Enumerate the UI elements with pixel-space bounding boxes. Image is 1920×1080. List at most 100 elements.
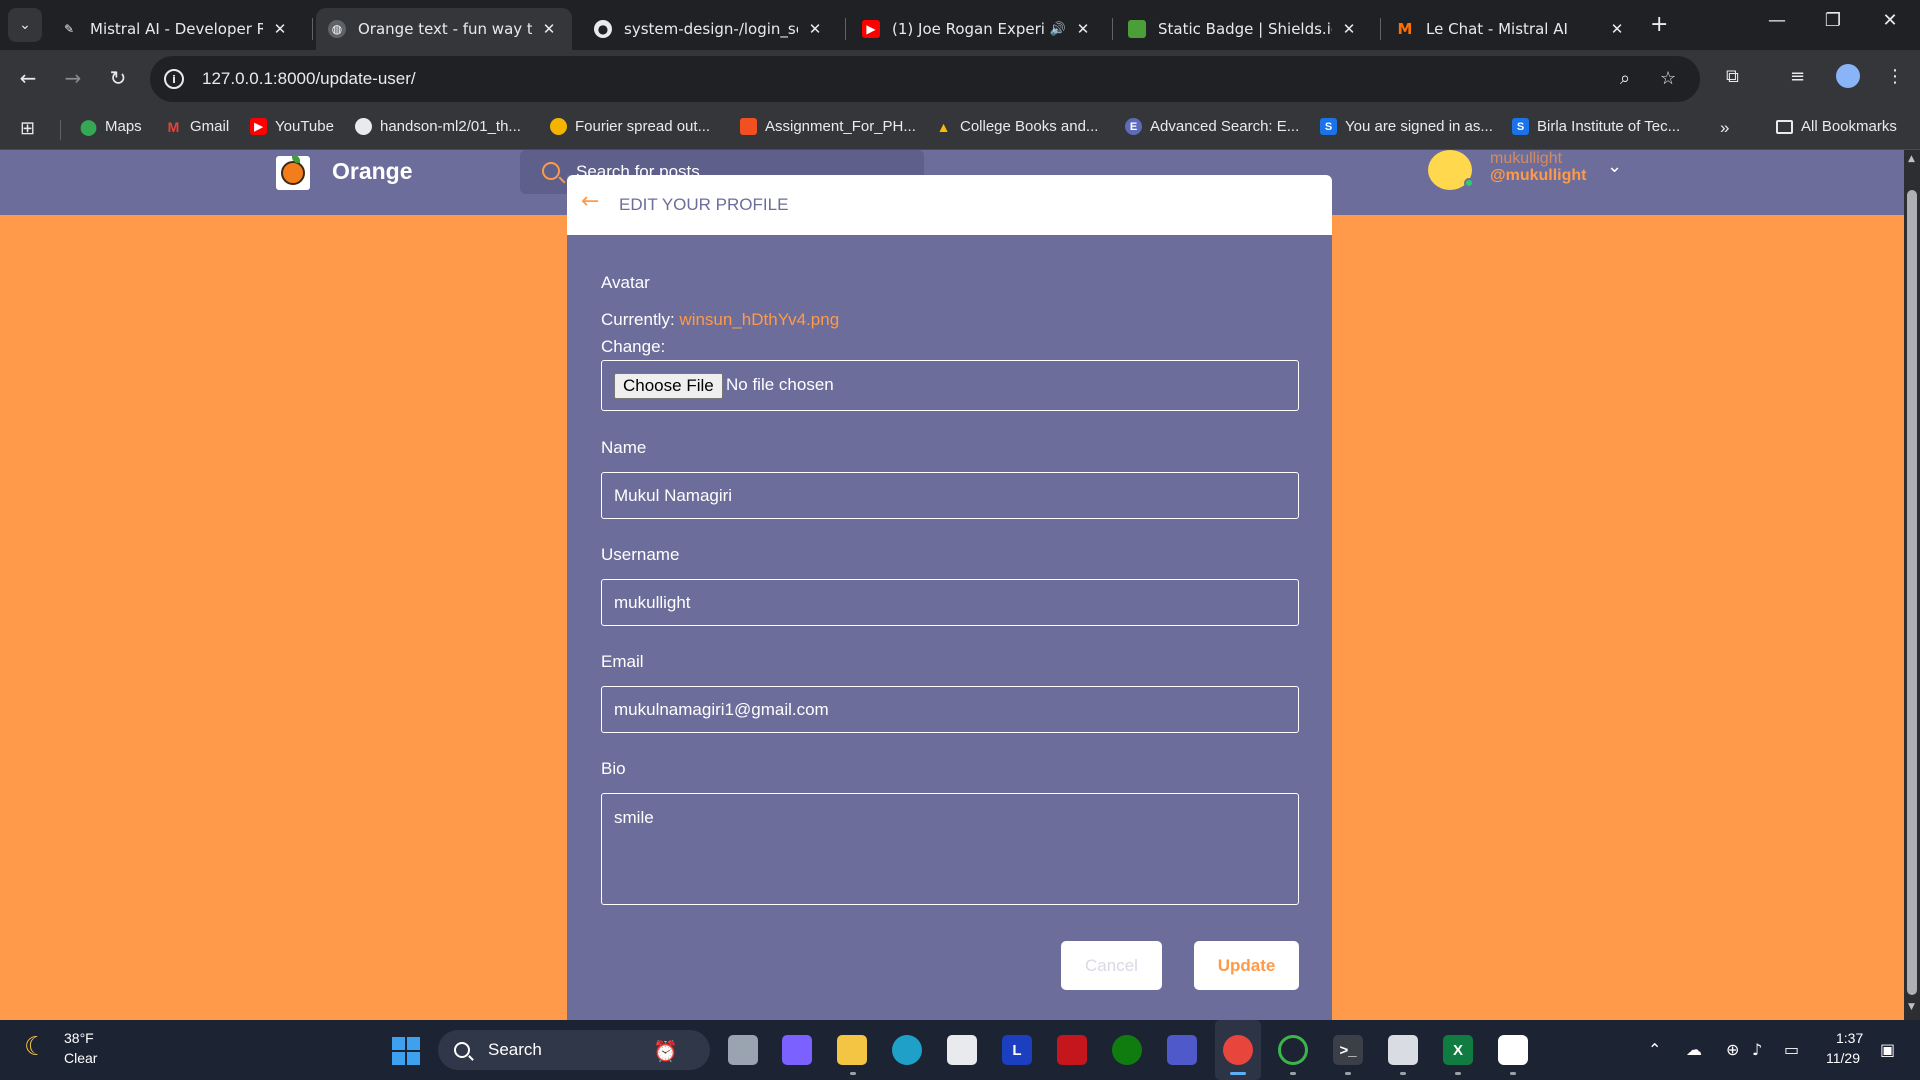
browser-toolbar: ← → ↻ i 127.0.0.1:8000/update-user/ ⌕ ☆ … (0, 50, 1920, 108)
bookmark-label: Assignment_For_PH... (765, 118, 916, 135)
app-icon[interactable] (1498, 1035, 1528, 1065)
close-icon[interactable]: ✕ (1606, 20, 1628, 38)
teams-icon[interactable] (1167, 1035, 1197, 1065)
microsoft-icon (740, 118, 757, 135)
close-icon[interactable]: ✕ (269, 20, 291, 38)
bookmark-maps[interactable]: ⬤ Maps (80, 118, 142, 136)
tab-search-button[interactable]: ⌄ (8, 8, 42, 42)
terminal-icon[interactable]: >_ (1333, 1035, 1363, 1065)
scrollbar-thumb[interactable] (1907, 190, 1917, 995)
media-control-icon[interactable]: ≡ (1790, 66, 1805, 87)
mcafee-icon[interactable] (1057, 1035, 1087, 1065)
moon-icon[interactable]: ☾ (24, 1032, 54, 1062)
bio-textarea[interactable]: smile (601, 793, 1299, 905)
tab-youtube-joe-rogan[interactable]: ▶ (1) Joe Rogan Experien 🔊 ✕ (850, 8, 1106, 50)
speaker-icon[interactable]: 🔊 (1050, 22, 1066, 37)
notifications-icon[interactable]: ▣ (1880, 1040, 1895, 1059)
tab-title: Mistral AI - Developer Rela (90, 20, 263, 38)
loading-app-icon[interactable] (1278, 1035, 1308, 1065)
onedrive-icon[interactable]: ☁ (1686, 1040, 1702, 1059)
volume-icon[interactable]: ♪ (1752, 1040, 1762, 1059)
windows-start-button[interactable] (392, 1037, 420, 1065)
new-tab-button[interactable]: + (1650, 12, 1668, 37)
s-icon: S (1512, 118, 1529, 135)
bookmark-star-icon[interactable]: ☆ (1660, 68, 1676, 89)
file-explorer-icon[interactable] (837, 1035, 867, 1065)
back-button[interactable]: ← (13, 66, 43, 90)
username-field[interactable]: mukullight (601, 579, 1299, 626)
email-field[interactable]: mukulnamagiri1@gmail.com (601, 686, 1299, 733)
excel-icon[interactable]: X (1443, 1035, 1473, 1065)
cancel-button[interactable]: Cancel (1061, 941, 1162, 990)
battery-icon[interactable]: ▭ (1784, 1040, 1799, 1059)
tab-bar: ⌄ ✎ Mistral AI - Developer Rela ✕ ◍ Oran… (0, 0, 1920, 50)
site-info-icon[interactable]: i (164, 69, 184, 89)
chrome-icon[interactable] (1223, 1035, 1253, 1065)
scroll-up-arrow-icon[interactable]: ▲ (1908, 154, 1915, 164)
address-bar[interactable]: i 127.0.0.1:8000/update-user/ ⌕ ☆ (150, 56, 1700, 102)
tab-le-chat[interactable]: M Le Chat - Mistral AI ✕ (1384, 8, 1640, 50)
snipping-tool-icon[interactable] (1388, 1035, 1418, 1065)
bookmark-signed-in[interactable]: S You are signed in as... (1320, 118, 1493, 135)
bookmark-college-books[interactable]: ▲ College Books and... (935, 118, 1099, 135)
show-hidden-icons-chevron-icon[interactable]: ⌃ (1648, 1040, 1661, 1059)
apps-grid-icon[interactable]: ⊞ (20, 118, 35, 139)
network-icon[interactable]: ⊕ (1726, 1040, 1739, 1059)
avatar-file-input[interactable]: Choose File No file chosen (601, 360, 1299, 411)
close-icon[interactable]: ✕ (1338, 20, 1360, 38)
all-bookmarks[interactable]: All Bookmarks (1776, 118, 1897, 135)
taskbar-search[interactable]: Search ⏰ (438, 1030, 710, 1070)
extensions-icon[interactable]: ⧉ (1726, 66, 1739, 87)
current-avatar-link[interactable]: winsun_hDthYv4.png (679, 310, 839, 329)
tab-mistral-developer[interactable]: ✎ Mistral AI - Developer Rela ✕ (48, 8, 303, 50)
bookmark-youtube[interactable]: ▶ YouTube (250, 118, 334, 135)
search-icon (542, 162, 560, 180)
more-bookmarks-chevron-icon[interactable]: » (1720, 118, 1729, 138)
close-icon[interactable]: ✕ (538, 20, 560, 38)
user-name: mukullight (1490, 150, 1563, 167)
bookmark-gmail[interactable]: M Gmail (165, 118, 230, 135)
close-icon[interactable]: ✕ (1072, 20, 1094, 38)
brand-name[interactable]: Orange (332, 158, 413, 185)
task-view-icon[interactable] (728, 1035, 758, 1065)
edge-icon[interactable] (892, 1035, 922, 1065)
l-app-icon[interactable]: L (1002, 1035, 1032, 1065)
bookmark-fourier[interactable]: Fourier spread out... (550, 118, 710, 135)
menu-icon[interactable]: ⋮ (1886, 66, 1904, 87)
mistral-icon: M (1397, 20, 1413, 38)
close-icon[interactable]: ✕ (804, 20, 826, 38)
name-field[interactable]: Mukul Namagiri (601, 472, 1299, 519)
avatar[interactable] (1428, 150, 1474, 190)
close-window-button[interactable]: ✕ (1870, 10, 1910, 31)
bookmark-advanced-search[interactable]: E Advanced Search: E... (1125, 118, 1299, 135)
reload-button[interactable]: ↻ (103, 66, 133, 90)
update-button[interactable]: Update (1194, 941, 1299, 990)
weather-temperature[interactable]: 38°F (64, 1030, 94, 1046)
clock-date[interactable]: 11/29 (1826, 1050, 1860, 1066)
edit-profile-card: ← EDIT YOUR PROFILE Avatar Currently: wi… (567, 175, 1332, 1020)
scroll-down-arrow-icon[interactable]: ▼ (1908, 1002, 1915, 1012)
forward-button[interactable]: → (58, 66, 88, 90)
store-icon[interactable] (947, 1035, 977, 1065)
minimize-button[interactable]: — (1757, 10, 1797, 31)
weather-condition[interactable]: Clear (64, 1050, 97, 1066)
profile-avatar[interactable] (1836, 64, 1860, 88)
zoom-icon[interactable]: ⌕ (1620, 68, 1630, 89)
tab-shields[interactable]: Static Badge | Shields.io ✕ (1116, 8, 1372, 50)
bookmark-handson-ml2[interactable]: handson-ml2/01_th... (355, 118, 521, 135)
tab-separator (845, 18, 846, 40)
tab-orange-active[interactable]: ◍ Orange text - fun way to ta ✕ (316, 8, 572, 50)
choose-file-button[interactable]: Choose File (614, 373, 723, 399)
xbox-icon[interactable] (1112, 1035, 1142, 1065)
bookmark-birla[interactable]: S Birla Institute of Tec... (1512, 118, 1680, 135)
back-arrow-icon[interactable]: ← (581, 189, 599, 214)
restore-button[interactable]: ❐ (1813, 10, 1853, 31)
clock-time[interactable]: 1:37 (1836, 1030, 1863, 1046)
scrollbar[interactable]: ▲ ▼ (1904, 150, 1920, 1020)
chevron-down-icon[interactable]: ⌄ (1607, 156, 1622, 177)
tab-github-system-design[interactable]: ● system-design-/login_setti ✕ (582, 8, 838, 50)
url-text[interactable]: 127.0.0.1:8000/update-user/ (202, 69, 416, 89)
copilot-icon[interactable] (782, 1035, 812, 1065)
orange-logo-icon[interactable] (276, 155, 310, 190)
bookmark-assignment[interactable]: Assignment_For_PH... (740, 118, 916, 135)
